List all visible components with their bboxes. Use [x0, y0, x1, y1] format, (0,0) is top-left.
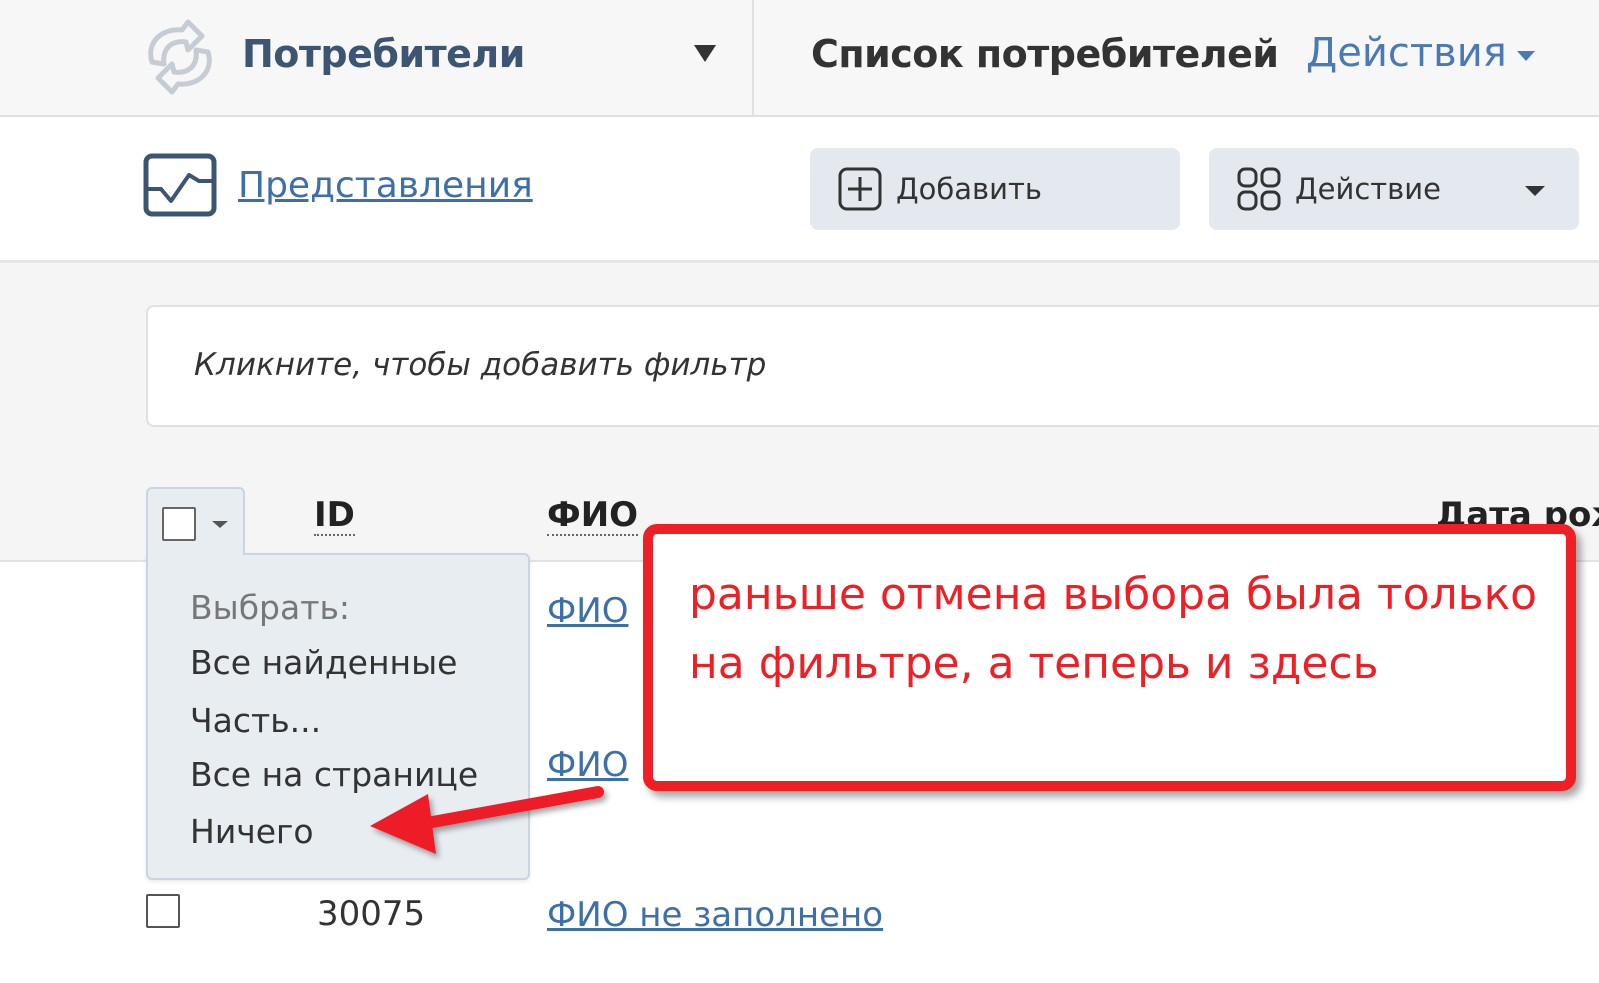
chevron-down-icon[interactable]	[212, 521, 228, 528]
module-title[interactable]: Потребители	[242, 32, 525, 76]
page: Потребители Список потребителей Действия…	[0, 0, 1599, 983]
toolbar: Представления Добавить Действие	[0, 117, 1599, 263]
annotation-callout: раньше отмена выбора была только на филь…	[643, 524, 1576, 791]
header-divider	[752, 0, 754, 115]
views-icon[interactable]	[143, 153, 217, 217]
select-all-checkbox[interactable]	[162, 507, 196, 541]
select-menu-item-none[interactable]: Ничего	[190, 812, 314, 851]
action-button-label: Действие	[1295, 172, 1441, 206]
annotation-text: раньше отмена выбора была только на филь…	[689, 569, 1538, 689]
plus-icon	[838, 167, 882, 211]
actions-menu-label: Действия	[1306, 30, 1507, 76]
views-link[interactable]: Представления	[238, 165, 533, 206]
logo-icon	[148, 19, 212, 95]
annotation-arrow-icon	[370, 786, 604, 854]
row-checkbox[interactable]	[146, 894, 180, 928]
page-title: Список потребителей	[811, 32, 1279, 76]
select-all-toggle[interactable]	[146, 487, 245, 555]
add-button-label: Добавить	[896, 172, 1042, 206]
table-row-fio-link[interactable]: ФИО	[547, 745, 628, 785]
chevron-down-icon	[1525, 186, 1545, 196]
filter-placeholder: Кликните, чтобы добавить фильтр	[194, 347, 767, 383]
module-caret-icon[interactable]	[694, 45, 716, 62]
select-menu-heading: Выбрать:	[190, 588, 351, 627]
grid-icon	[1237, 167, 1281, 211]
table-row-fio-link[interactable]: ФИО	[547, 591, 628, 631]
actions-menu[interactable]: Действия	[1306, 30, 1535, 76]
select-menu-item-all-found[interactable]: Все найденные	[190, 643, 457, 682]
top-header: Потребители Список потребителей Действия	[0, 0, 1599, 117]
action-button[interactable]: Действие	[1209, 148, 1579, 230]
filter-input[interactable]: Кликните, чтобы добавить фильтр	[146, 305, 1599, 427]
chevron-down-icon	[1516, 51, 1535, 61]
column-header-id[interactable]: ID	[314, 496, 355, 536]
table-row-id: 30075	[317, 894, 426, 934]
table-row-fio-link[interactable]: ФИО не заполнено	[547, 895, 883, 935]
column-header-fio[interactable]: ФИО	[547, 496, 639, 536]
select-menu-item-part[interactable]: Часть...	[190, 701, 321, 740]
add-button[interactable]: Добавить	[810, 148, 1180, 230]
